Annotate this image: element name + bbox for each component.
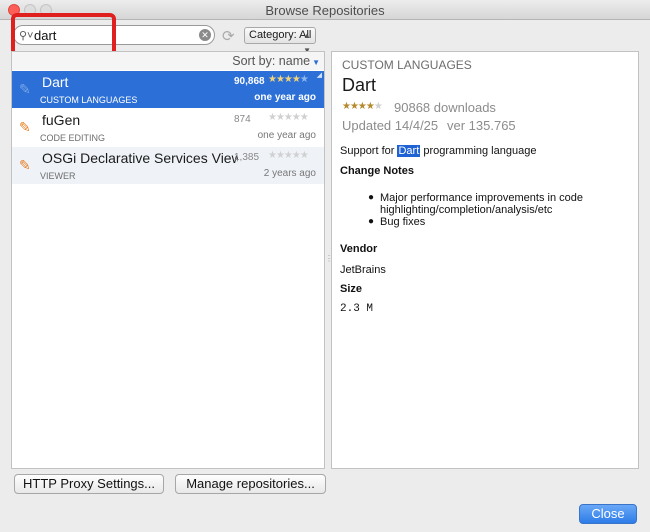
category-dropdown-label: Category: All (249, 29, 312, 41)
http-proxy-settings-button[interactable]: HTTP Proxy Settings... (14, 474, 164, 494)
description-prefix: Support for (340, 145, 398, 157)
plugin-icon: ✎ (19, 157, 31, 173)
plugin-name: Dart (42, 74, 69, 90)
refresh-icon[interactable]: ⟳ (222, 27, 235, 45)
vendor-heading: Vendor (340, 243, 378, 255)
plugin-row-dart[interactable]: ✎ Dart CUSTOM LANGUAGES 90,868 ★★★★★ one… (12, 71, 324, 108)
rating-stars-icon: ★★★★★ (268, 112, 309, 123)
description-suffix: programming language (420, 145, 537, 157)
plugin-downloads: 90,868 (234, 76, 265, 87)
sort-arrow-icon: ▼ (312, 58, 320, 67)
detail-description: Support for Dart programming language (340, 145, 536, 157)
sort-header: Sort by: name ▼ (12, 52, 324, 70)
change-note-item: Major performance improvements in code h… (368, 192, 638, 216)
size-heading: Size (340, 283, 363, 295)
rating-stars-icon: ★★★★★ (342, 101, 383, 112)
category-dropdown[interactable]: Category: All ▲▼ (244, 27, 316, 55)
description-highlight: Dart (397, 145, 421, 157)
plugin-category: CODE EDITING (40, 133, 106, 143)
rating-stars-icon: ★★★★★ (268, 74, 309, 85)
plugin-list[interactable]: Sort by: name ▼ ✎ Dart CUSTOM LANGUAGES 9… (11, 51, 325, 469)
plugin-detail-panel: CUSTOM LANGUAGES Dart ★★★★★ 90868 downlo… (331, 51, 639, 469)
detail-version: ver 135.765 (447, 118, 516, 133)
sort-label: Sort by: name (232, 54, 311, 68)
plugin-downloads: 1,385 (234, 152, 260, 163)
plugin-date: one year ago (257, 130, 316, 141)
plugin-icon: ✎ (19, 81, 31, 97)
corner-marker-icon: ◢ (316, 72, 322, 79)
change-note-item: Bug fixes (368, 216, 638, 228)
plugin-name: OSGi Declarative Services Viewer (42, 150, 238, 166)
plugin-row-osgi[interactable]: ✎ OSGi Declarative Services Viewer VIEWE… (12, 147, 324, 184)
clear-search-icon[interactable]: ✕ (199, 29, 211, 41)
plugin-category: CUSTOM LANGUAGES (40, 95, 138, 105)
vendor-value: JetBrains (340, 264, 386, 276)
close-button[interactable]: Close (579, 504, 637, 524)
plugin-category: VIEWER (40, 171, 76, 181)
detail-category: CUSTOM LANGUAGES (342, 58, 472, 72)
plugin-date: one year ago (254, 92, 316, 103)
manage-repositories-button[interactable]: Manage repositories... (175, 474, 326, 494)
size-value: 2.3 M (340, 303, 374, 315)
detail-name: Dart (342, 75, 377, 95)
detail-downloads: 90868 downloads (394, 100, 496, 115)
change-notes-heading: Change Notes (340, 165, 414, 177)
plugin-date: 2 years ago (263, 168, 316, 179)
plugin-row-fugen[interactable]: ✎ fuGen CODE EDITING 874 ★★★★★ one year … (12, 109, 324, 146)
detail-updated: Updated 14/4/25 (342, 118, 439, 133)
plugin-name: fuGen (42, 112, 81, 128)
change-notes-list: Major performance improvements in code h… (368, 192, 638, 228)
rating-stars-icon: ★★★★★ (268, 150, 309, 161)
plugin-downloads: 874 (234, 114, 251, 125)
plugin-icon: ✎ (19, 119, 31, 135)
sort-dropdown[interactable]: Sort by: name ▼ (232, 54, 320, 68)
